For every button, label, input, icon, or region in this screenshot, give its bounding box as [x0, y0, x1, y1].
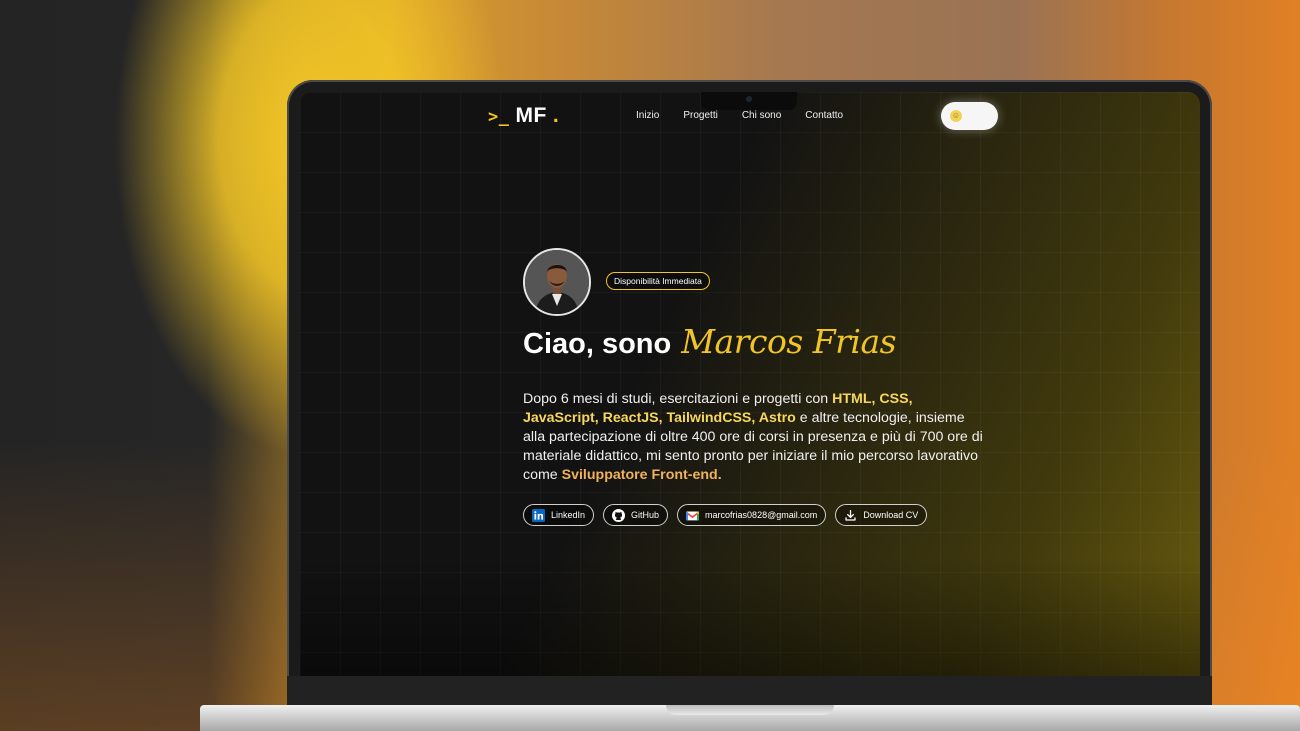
- desc-role-highlight: Sviluppatore Front-end.: [561, 467, 722, 483]
- download-cv-label: Download CV: [863, 510, 919, 520]
- linkedin-icon: [532, 508, 545, 522]
- main-nav: Inizio Progetti Chi sono Contatto: [636, 110, 843, 121]
- avatar: [523, 248, 591, 316]
- social-links: LinkedIn GitHub marcofrias0828@gmail.com: [523, 504, 928, 526]
- theme-toggle[interactable]: ☺: [941, 102, 998, 130]
- terminal-prompt-icon: >_: [488, 107, 510, 127]
- camera-icon: [746, 96, 752, 102]
- screen-bottom-fade: [300, 556, 1200, 676]
- availability-badge: Disponibilità Immediata: [606, 272, 710, 290]
- download-cv-button[interactable]: Download CV: [835, 504, 928, 526]
- linkedin-button[interactable]: LinkedIn: [523, 504, 595, 526]
- download-icon: [845, 509, 856, 521]
- profile-photo: [525, 250, 589, 314]
- nav-item-contatto[interactable]: Contatto: [805, 110, 843, 121]
- laptop-screen: >_ MF . Inizio Progetti Chi sono Contatt…: [300, 92, 1200, 676]
- gmail-icon: [686, 510, 700, 520]
- laptop-base: [200, 705, 1300, 731]
- email-button[interactable]: marcofrias0828@gmail.com: [677, 504, 827, 526]
- linkedin-label: LinkedIn: [551, 510, 586, 520]
- github-label: GitHub: [631, 510, 660, 520]
- camera-notch: [701, 92, 797, 110]
- nav-item-chi-sono[interactable]: Chi sono: [742, 110, 781, 121]
- sun-face-icon: ☺: [950, 110, 962, 122]
- logo-initials: MF: [515, 104, 547, 127]
- site-logo[interactable]: >_ MF .: [488, 104, 559, 128]
- logo-dot: .: [552, 104, 560, 127]
- nav-item-progetti[interactable]: Progetti: [683, 110, 717, 121]
- hero-title: Ciao, sono Marcos Frias: [523, 322, 897, 361]
- nav-item-inizio[interactable]: Inizio: [636, 110, 659, 121]
- github-button[interactable]: GitHub: [603, 504, 669, 526]
- laptop-base-notch: [666, 705, 834, 715]
- hero-name: Marcos Frias: [681, 322, 897, 361]
- hero-greeting: Ciao, sono: [523, 328, 672, 360]
- desc-part-1: Dopo 6 mesi di studi, esercitazioni e pr…: [523, 391, 833, 407]
- github-icon: [612, 508, 626, 522]
- email-label: marcofrias0828@gmail.com: [705, 510, 818, 520]
- hero-description: Dopo 6 mesi di studi, esercitazioni e pr…: [523, 390, 983, 485]
